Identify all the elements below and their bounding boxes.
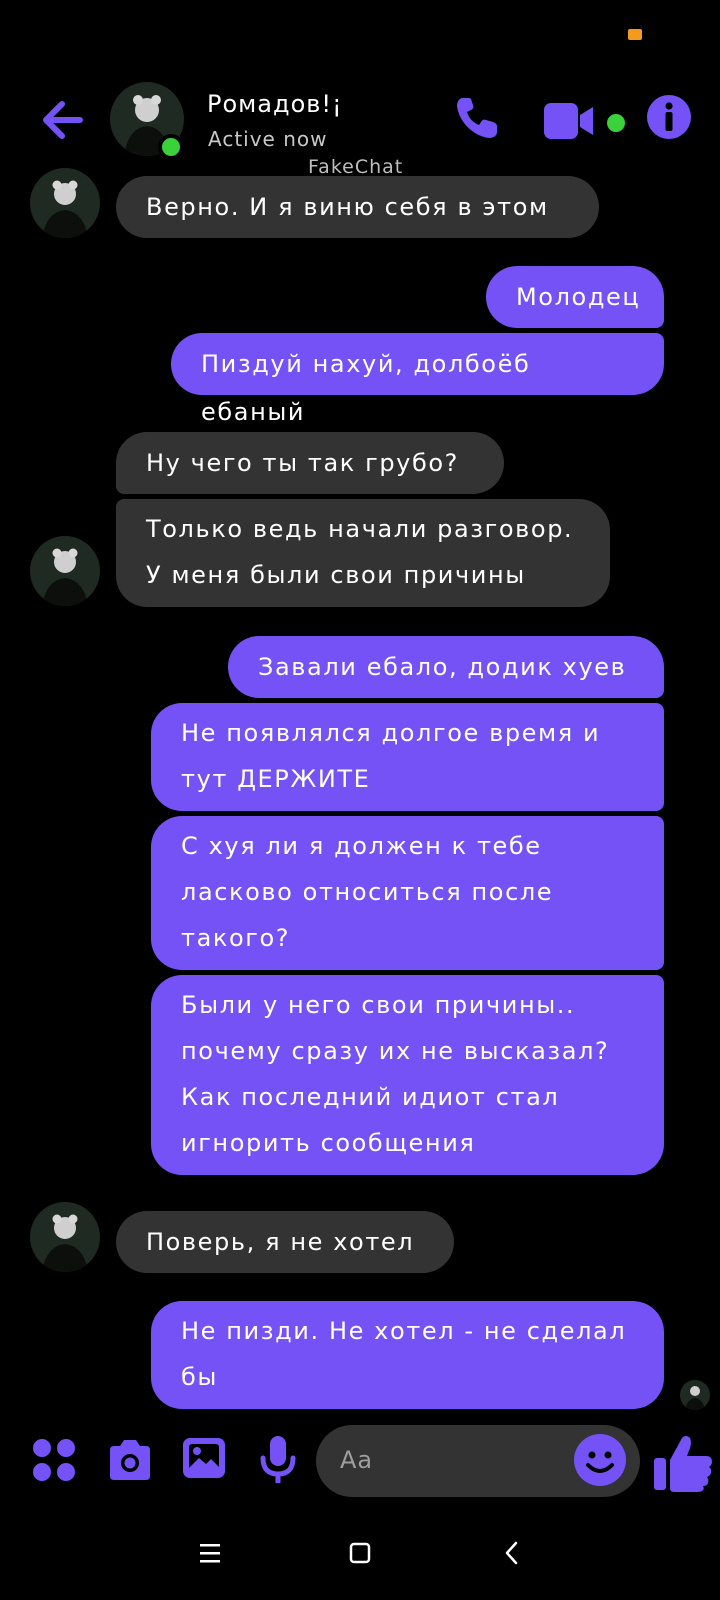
info-icon — [647, 95, 691, 139]
voice-record-button[interactable] — [252, 1432, 304, 1488]
arrow-left-icon — [43, 101, 83, 139]
grid-dots-icon — [33, 1439, 75, 1481]
voice-call-button[interactable] — [448, 89, 506, 147]
watermark: FakeChat — [308, 156, 404, 178]
emoji-button[interactable] — [574, 1434, 626, 1486]
message-bubble-outgoing[interactable]: Были у него свои причины.. почему сразу … — [151, 975, 664, 1175]
active-status: Active now — [208, 127, 328, 151]
back-button[interactable] — [34, 92, 90, 148]
video-available-indicator — [604, 111, 628, 135]
message-bubble-incoming[interactable]: Ну чего ты так грубо? — [116, 432, 504, 494]
read-receipt-avatar — [680, 1380, 710, 1410]
menu-icon — [200, 1544, 220, 1563]
image-icon — [183, 1438, 225, 1478]
message-bubble-incoming[interactable]: Только ведь начали разговор. У меня были… — [116, 499, 610, 607]
message-bubble-outgoing[interactable]: Не появлялся долгое время и тут ДЕРЖИТЕ — [151, 703, 664, 811]
video-camera-icon — [544, 103, 593, 139]
gallery-button[interactable] — [178, 1432, 230, 1484]
message-bubble-outgoing[interactable]: Не пизди. Не хотел - не сделал бы — [151, 1301, 664, 1409]
contact-name[interactable]: Ромадов!¡ — [207, 90, 343, 118]
message-bubble-outgoing[interactable]: Молодец — [486, 266, 664, 328]
camera-icon — [110, 1440, 150, 1480]
apps-button[interactable] — [28, 1434, 80, 1486]
back-icon — [505, 1541, 518, 1565]
message-bubble-outgoing[interactable]: С хуя ли я должен к тебе ласково относит… — [151, 816, 664, 970]
nav-menu-button[interactable] — [190, 1535, 230, 1571]
home-icon — [349, 1542, 371, 1564]
thumbs-up-icon — [654, 1436, 712, 1492]
nav-home-button[interactable] — [340, 1535, 380, 1571]
info-button[interactable] — [640, 88, 698, 146]
nav-back-button[interactable] — [492, 1535, 532, 1571]
message-input-placeholder: Aa — [340, 1446, 374, 1474]
like-button[interactable] — [650, 1430, 716, 1496]
message-bubble-incoming[interactable]: Верно. И я виню себя в этом — [116, 176, 599, 238]
smiley-icon — [586, 1451, 614, 1473]
battery-icon — [628, 29, 642, 40]
phone-icon — [457, 98, 497, 138]
message-bubble-outgoing[interactable]: Пиздуй нахуй, долбоёб ебаный — [171, 333, 664, 426]
contact-message-avatar[interactable] — [30, 1202, 100, 1272]
contact-message-avatar[interactable] — [30, 536, 100, 606]
contact-message-avatar[interactable] — [30, 168, 100, 238]
message-bubble-incoming[interactable]: Поверь, я не хотел — [116, 1211, 454, 1273]
camera-button[interactable] — [104, 1434, 156, 1486]
online-indicator — [158, 134, 184, 160]
microphone-icon — [260, 1436, 296, 1483]
message-bubble-outgoing[interactable]: Завали ебало, додик хуев — [228, 636, 664, 698]
